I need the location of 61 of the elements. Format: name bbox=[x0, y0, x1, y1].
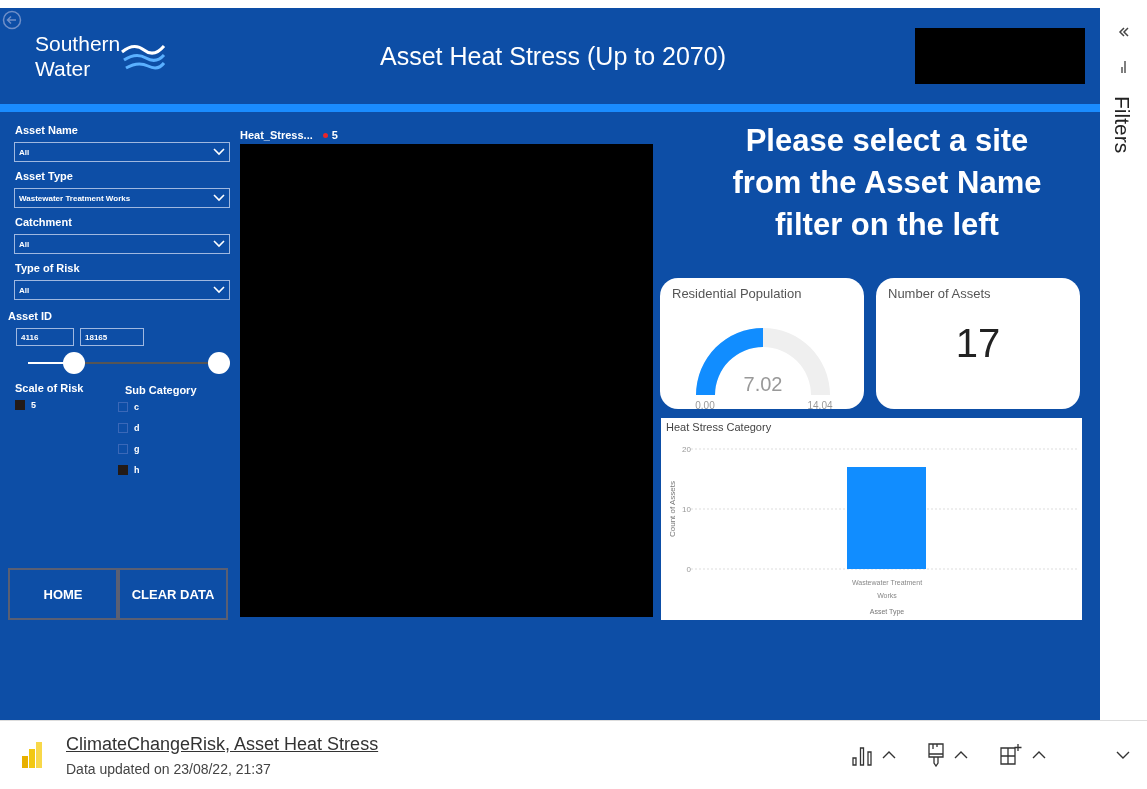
min-input[interactable]: 4116 bbox=[16, 328, 74, 346]
y-axis-title: Count of Assets bbox=[668, 481, 677, 537]
checkbox[interactable] bbox=[118, 402, 128, 412]
dropdown[interactable]: Wastewater Treatment Works bbox=[14, 188, 230, 208]
gauge-max: 14.04 bbox=[807, 400, 833, 411]
bar-chart-icon[interactable] bbox=[851, 744, 873, 766]
checkbox-label: c bbox=[134, 402, 139, 412]
prompt-text: Please select a site from the Asset Name filter on the left bbox=[731, 122, 1043, 244]
checkbox-label: h bbox=[134, 465, 140, 475]
slicer-label: Asset Type bbox=[15, 170, 74, 182]
caret-up-icon[interactable] bbox=[1031, 750, 1047, 760]
legend-label: 5 bbox=[331, 129, 338, 141]
slicer-label: Catchment bbox=[15, 216, 73, 228]
slicer-label: Asset ID bbox=[8, 310, 54, 322]
filter-icon bbox=[1118, 60, 1129, 74]
logo-text: Water bbox=[35, 56, 92, 81]
gauge-min: 0.00 bbox=[695, 400, 715, 411]
y-tick-label: 10 bbox=[682, 505, 691, 514]
legend-title: Heat_Stress... bbox=[240, 129, 313, 141]
caret-up-icon[interactable] bbox=[953, 750, 969, 760]
report-link[interactable]: ClimateChangeRisk, Asset Heat Stress bbox=[66, 733, 379, 755]
kpi-value: 17 bbox=[954, 321, 1002, 366]
checkbox[interactable] bbox=[15, 400, 25, 410]
dropdown[interactable]: All bbox=[14, 234, 230, 254]
report-title: Asset Heat Stress (Up to 2070) bbox=[379, 41, 727, 71]
y-tick-label: 0 bbox=[686, 565, 691, 574]
checkbox-label: g bbox=[134, 444, 140, 454]
collapse-icon[interactable] bbox=[1117, 26, 1130, 38]
updated-text: Data updated on 23/08/22, 21:37 bbox=[66, 760, 272, 777]
dropdown[interactable]: All bbox=[14, 142, 230, 162]
chevron-down-icon bbox=[213, 286, 225, 294]
checkbox-label: 5 bbox=[31, 400, 36, 410]
slider-handle[interactable] bbox=[62, 352, 85, 374]
caret-up-icon[interactable] bbox=[881, 750, 897, 760]
chevron-down-icon[interactable] bbox=[1115, 750, 1131, 760]
checkbox[interactable] bbox=[118, 444, 128, 454]
nav-button[interactable]: HOME bbox=[8, 568, 118, 620]
checkbox-label: d bbox=[134, 423, 140, 433]
slicer-label: Type of Risk bbox=[15, 262, 81, 274]
chart-title: Heat Stress Category bbox=[666, 421, 772, 433]
checkbox[interactable] bbox=[118, 465, 128, 475]
checkbox[interactable] bbox=[118, 423, 128, 433]
slicer-label: Scale of Risk bbox=[15, 382, 85, 394]
slider-handle[interactable] bbox=[208, 352, 230, 374]
chevron-down-icon bbox=[213, 240, 225, 248]
chevron-down-icon bbox=[213, 148, 225, 156]
slicer-label: Asset Name bbox=[15, 124, 79, 136]
nav-button[interactable]: CLEAR DATA bbox=[118, 568, 228, 620]
card-title: Residential Population bbox=[672, 286, 803, 301]
dropdown[interactable]: All bbox=[14, 280, 230, 300]
chevron-down-icon bbox=[213, 194, 225, 202]
gauge-value: 7.02 bbox=[743, 373, 783, 395]
card-title: Number of Assets bbox=[888, 286, 992, 301]
logo-text: Southern bbox=[35, 31, 121, 56]
report-icon bbox=[22, 742, 42, 768]
add-table-icon[interactable] bbox=[999, 743, 1023, 767]
y-tick-label: 20 bbox=[682, 445, 691, 454]
paintbrush-icon[interactable] bbox=[927, 743, 945, 767]
slicer-label: Sub Category bbox=[125, 384, 198, 396]
filters-label[interactable]: Filters bbox=[1113, 96, 1134, 154]
max-input[interactable]: 18165 bbox=[80, 328, 144, 346]
